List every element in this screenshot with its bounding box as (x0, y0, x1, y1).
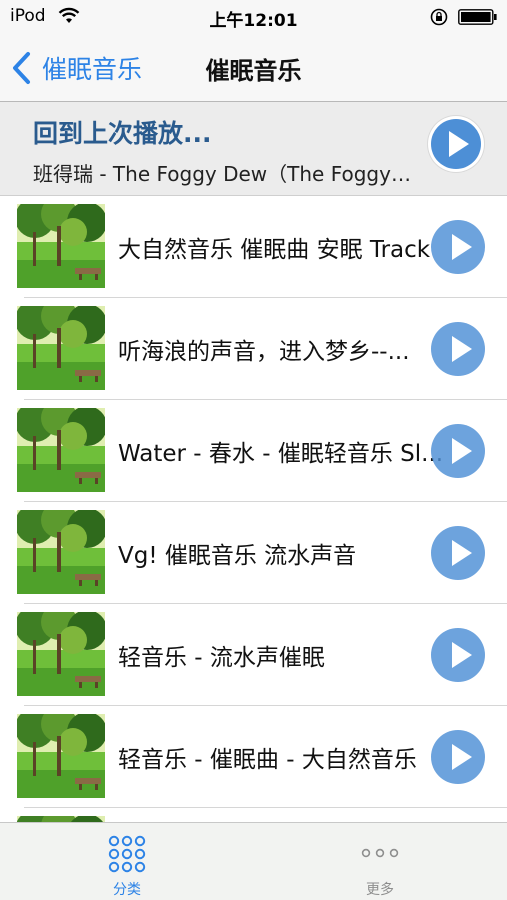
tab-more[interactable]: 更多 (253, 823, 507, 900)
track-title: 听海浪的声音，进入梦乡--... (118, 339, 410, 365)
play-icon (452, 438, 472, 464)
status-bar: iPod 上午12:01 (0, 0, 507, 34)
track-thumbnail (17, 714, 105, 798)
resume-subtitle: 班得瑞 - The Foggy Dew（The Foggy Dew） (33, 162, 413, 186)
play-icon (452, 234, 472, 260)
play-icon (449, 131, 469, 157)
tab-more-label: 更多 (366, 882, 394, 898)
track-title: Water - 春水 - 催眠轻音乐 Sl... (118, 441, 444, 467)
track-row[interactable]: 听海浪的声音，进入梦乡--... (0, 298, 507, 400)
resume-title: 回到上次播放... (33, 119, 212, 148)
rotation-lock-icon (430, 8, 448, 26)
track-play-button[interactable] (431, 628, 485, 682)
tab-categories-label: 分类 (113, 882, 141, 898)
track-thumbnail (17, 408, 105, 492)
track-row[interactable]: 轻音乐 - 催眠曲 - 大自然音乐 (0, 706, 507, 808)
track-row[interactable]: 大自然音乐 催眠曲 安眠 Track (0, 196, 507, 298)
play-icon (452, 642, 472, 668)
resume-play-button[interactable] (428, 116, 484, 172)
track-list[interactable]: 大自然音乐 催眠曲 安眠 Track 听海浪的声音，进入梦乡--... Wate… (0, 196, 507, 822)
track-thumbnail (17, 204, 105, 288)
track-play-button[interactable] (431, 424, 485, 478)
track-thumbnail (17, 306, 105, 390)
track-title: 轻音乐 - 流水声催眠 (118, 645, 325, 671)
track-play-button[interactable] (431, 220, 485, 274)
track-thumbnail (17, 612, 105, 696)
play-icon (452, 336, 472, 362)
track-play-button[interactable] (431, 526, 485, 580)
tab-categories[interactable]: 分类 (0, 823, 254, 900)
grid-icon (108, 835, 146, 873)
page-title: 催眠音乐 (205, 57, 302, 85)
tab-bar: 分类 更多 (0, 822, 507, 900)
navigation-bar: 催眠音乐 催眠音乐 (0, 34, 507, 102)
play-icon (452, 540, 472, 566)
track-row[interactable]: 轻音乐 - 流水声催眠 (0, 604, 507, 706)
play-icon (452, 744, 472, 770)
track-thumbnail (17, 510, 105, 594)
track-row[interactable]: Vg! 催眠音乐 流水声音 (0, 502, 507, 604)
track-row-partial[interactable] (0, 808, 507, 822)
track-row[interactable]: Water - 春水 - 催眠轻音乐 Sl... (0, 400, 507, 502)
track-title: 大自然音乐 催眠曲 安眠 Track (118, 237, 431, 263)
track-play-button[interactable] (431, 322, 485, 376)
battery-icon (458, 9, 497, 25)
more-dots-icon (361, 848, 399, 858)
track-title: Vg! 催眠音乐 流水声音 (118, 543, 357, 569)
track-play-button[interactable] (431, 730, 485, 784)
track-title: 轻音乐 - 催眠曲 - 大自然音乐 (118, 747, 417, 773)
